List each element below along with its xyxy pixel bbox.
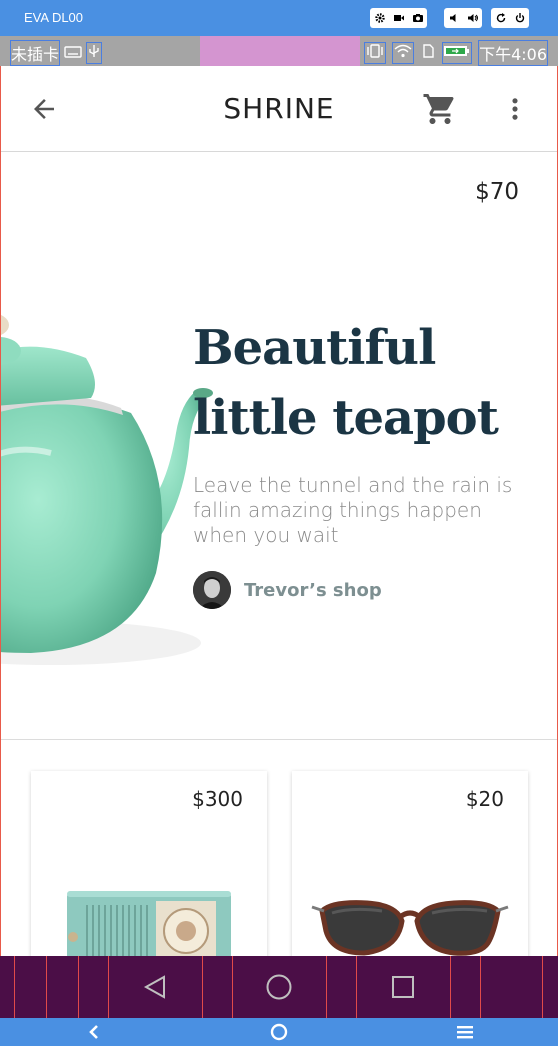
nav-divider (46, 956, 47, 1018)
home-circle-icon[interactable] (269, 1022, 289, 1042)
shopping-cart-icon[interactable] (421, 92, 459, 126)
vibrate-icon (364, 42, 387, 64)
home-circle-icon[interactable] (262, 970, 296, 1004)
nav-divider (326, 956, 327, 1018)
back-triangle-icon[interactable] (138, 970, 172, 1004)
navigation-bar (0, 956, 558, 1018)
nav-divider (480, 956, 481, 1018)
nav-divider (542, 956, 543, 1018)
status-highlight (200, 36, 360, 66)
nav-divider (232, 956, 233, 1018)
volume-up-icon[interactable] (463, 8, 482, 28)
emulator-volume-group (444, 8, 482, 28)
featured-product[interactable]: $70 Beautiful little teapot Leave the tu… (1, 153, 557, 740)
battery-icon (442, 42, 473, 64)
featured-title-line2: little teapot (193, 390, 499, 446)
status-left-group: 未插卡 (10, 40, 103, 66)
featured-description: Leave the tunnel and the rain is fallin … (193, 473, 513, 547)
product-price: $20 (465, 787, 504, 811)
nav-divider (450, 956, 451, 1018)
emulator-bottom-bar (0, 1018, 558, 1046)
status-time: 下午4:06 (478, 40, 548, 66)
carrier-label: 未插卡 (10, 40, 61, 66)
status-right-group: 下午4:06 (364, 40, 548, 66)
nav-divider (14, 956, 15, 1018)
emulator-media-group (370, 8, 427, 28)
settings-icon[interactable] (370, 8, 389, 28)
nav-divider (108, 956, 109, 1018)
product-card-radio[interactable]: $300 (31, 771, 267, 956)
wifi-icon (392, 42, 415, 64)
nav-divider (356, 956, 357, 1018)
keyboard-icon (64, 44, 82, 63)
status-bar: 未插卡 下午4:06 (0, 36, 558, 66)
featured-title-line1: Beautiful (193, 320, 436, 376)
emulator-title-bar: EVA DL00 (0, 0, 558, 36)
sim-icon (420, 43, 436, 63)
video-icon[interactable] (389, 8, 408, 28)
app-bar: SHRINE (1, 66, 557, 152)
featured-title: Beautiful little teapot (193, 313, 533, 453)
volume-down-icon[interactable] (444, 8, 463, 28)
avatar (193, 571, 231, 609)
emulator-power-group (491, 8, 529, 28)
shrine-app: SHRINE $70 Beautiful little teapot Leave… (0, 66, 558, 956)
shop-row[interactable]: Trevor’s shop (193, 571, 382, 609)
more-vert-icon[interactable] (501, 92, 529, 126)
featured-price: $70 (475, 179, 519, 205)
menu-icon[interactable] (455, 1022, 475, 1042)
product-price: $300 (192, 787, 243, 811)
radio-image (67, 891, 231, 956)
sunglasses-image (311, 900, 509, 956)
app-title: SHRINE (223, 92, 335, 125)
emulator-device-name: EVA DL00 (24, 10, 84, 25)
product-card-sunglasses[interactable]: $20 (292, 771, 528, 956)
nav-divider (78, 956, 79, 1018)
rotate-icon[interactable] (491, 8, 510, 28)
usb-icon (86, 42, 103, 64)
power-icon[interactable] (510, 8, 529, 28)
recents-square-icon[interactable] (386, 970, 420, 1004)
back-chevron-icon[interactable] (84, 1022, 104, 1042)
nav-divider (202, 956, 203, 1018)
camera-icon[interactable] (408, 8, 427, 28)
shop-name: Trevor’s shop (244, 579, 382, 601)
